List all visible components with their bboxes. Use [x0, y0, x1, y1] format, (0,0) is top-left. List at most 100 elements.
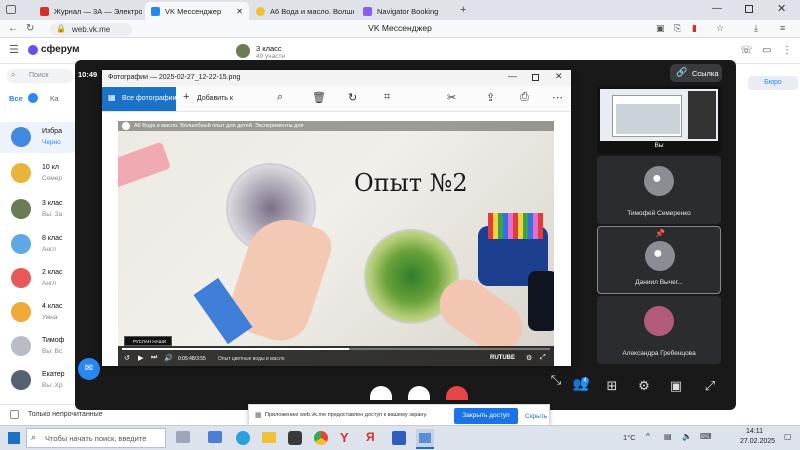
edge-icon[interactable]: [236, 431, 250, 445]
browser-tab-rutube[interactable]: А6 Вода и масло. Волше: [250, 2, 354, 20]
minimize-icon[interactable]: —: [508, 71, 517, 81]
yandex-browser-icon[interactable]: Y: [340, 430, 349, 445]
minimize-icon[interactable]: —: [712, 3, 722, 14]
window-close-icon[interactable]: ✕: [777, 2, 786, 15]
tray-chevron-icon[interactable]: ^: [646, 432, 650, 441]
bookmark-icon[interactable]: ▮: [692, 23, 697, 34]
tab-actions-icon[interactable]: [6, 5, 16, 14]
player-fullscreen-icon[interactable]: ⤢: [540, 354, 546, 362]
video-icon[interactable]: ▭: [762, 45, 771, 56]
browser-tab-journal[interactable]: Журнал — 3А — Электро: [34, 2, 142, 20]
chat-item[interactable]: 8 клас Англ: [0, 229, 75, 260]
search-input[interactable]: ⌕ Поиск: [7, 69, 73, 83]
plus-icon: +: [183, 91, 190, 103]
close-access-button[interactable]: Закрыть доступ: [454, 408, 518, 424]
chat-avatar: [236, 44, 250, 58]
more-icon[interactable]: ⋮: [782, 45, 792, 56]
unread-checkbox[interactable]: [10, 410, 19, 419]
delete-icon[interactable]: 🗑: [312, 91, 326, 104]
zoom-icon[interactable]: ⌕: [277, 91, 283, 104]
clock-date: 27.02.2025: [740, 438, 776, 445]
avatar: [11, 370, 31, 390]
replay-icon[interactable]: ↺: [124, 354, 130, 362]
participant-tile[interactable]: Александра Гребенцова: [597, 296, 721, 364]
pin-icon: 📌: [655, 229, 665, 238]
volume-icon[interactable]: 🔊: [164, 354, 173, 362]
all-photos-button[interactable]: ▦ Все фотографии: [102, 87, 176, 111]
chat-item[interactable]: Тимоф Вы: Вс: [0, 331, 75, 362]
preview-window: [612, 95, 682, 137]
volume-icon[interactable]: 🔈: [682, 432, 692, 441]
participant-tile[interactable]: ● Тимофей Семеренко: [597, 156, 721, 224]
chat-item[interactable]: Избра Черно: [0, 122, 75, 153]
maximize-icon[interactable]: [745, 5, 753, 13]
screen-share-icon[interactable]: ▣: [656, 23, 665, 34]
next-icon[interactable]: ⏭: [151, 354, 157, 362]
player-progress-track[interactable]: [122, 348, 550, 350]
hide-notice-button[interactable]: Скрыть: [525, 413, 547, 420]
right-panel-button[interactable]: Бюро: [748, 76, 798, 90]
participant-tile-self[interactable]: Вы: [597, 86, 721, 154]
edit-icon[interactable]: ✂: [447, 91, 456, 104]
layout-icon[interactable]: ▣: [667, 377, 685, 395]
maximize-icon[interactable]: [532, 74, 539, 81]
more-icon[interactable]: ⋯: [552, 91, 563, 104]
participant-name: Тимофей Семеренко: [627, 210, 691, 217]
crop-icon[interactable]: ⌗: [384, 91, 390, 104]
app-logo: сферум: [41, 44, 80, 55]
explorer-icon[interactable]: [262, 432, 276, 443]
task-view-icon[interactable]: [176, 431, 190, 443]
chat-item[interactable]: 3 клас Вы: За: [0, 194, 75, 225]
filter-all-tab[interactable]: Все: [9, 94, 23, 103]
call-timer: 10:49: [78, 70, 98, 79]
rotate-icon[interactable]: ↻: [348, 91, 357, 104]
tab-label: А6 Вода и масло. Волше: [270, 6, 354, 16]
grid-icon[interactable]: ⊞: [603, 377, 621, 395]
fullscreen-icon[interactable]: ⤢: [701, 377, 719, 395]
network-icon[interactable]: ▤: [664, 432, 672, 441]
star-icon[interactable]: ☆: [716, 23, 724, 34]
chrome-icon[interactable]: [314, 431, 328, 445]
word-icon[interactable]: [392, 431, 406, 445]
menu-icon[interactable]: ≡: [780, 23, 785, 33]
player-progress-fill: [122, 348, 349, 350]
browser-tab-navigator[interactable]: Navigator Booking: [357, 2, 457, 20]
unread-toggle-row[interactable]: Только непрочитанные: [0, 404, 103, 424]
chat-item[interactable]: 2 клас Англ: [0, 263, 75, 294]
close-icon[interactable]: ✕: [555, 71, 563, 82]
close-icon[interactable]: ✕: [236, 7, 243, 16]
filter-tab[interactable]: Ка: [50, 94, 59, 103]
participant-tile-pinned[interactable]: 📌 ● Даниил Вычег...: [597, 226, 721, 294]
yandex-icon[interactable]: Я: [366, 430, 375, 444]
play-icon[interactable]: ▶: [138, 354, 143, 362]
phone-icon[interactable]: ☏: [740, 45, 753, 56]
chat-item[interactable]: Екатер Вы: Хр: [0, 365, 75, 396]
chat-bubble-icon[interactable]: ✉: [78, 358, 100, 380]
avatar: [11, 302, 31, 322]
downloads-icon[interactable]: ⤓: [754, 23, 758, 34]
chat-item[interactable]: 10 кл Семер: [0, 158, 75, 189]
share-icon[interactable]: ⇪: [486, 91, 495, 104]
avatar: [11, 163, 31, 183]
taskbar-search-input[interactable]: ⌕ Чтобы начать поиск, введите: [26, 428, 166, 448]
hamburger-icon[interactable]: ☰: [9, 43, 19, 56]
browser-tab-vk[interactable]: VK Мессенджер ✕: [145, 2, 249, 20]
chat-item-title: Тимоф: [42, 337, 65, 344]
language-icon[interactable]: ⌨: [700, 432, 712, 441]
notifications-icon[interactable]: ▢: [784, 432, 792, 441]
chat-item[interactable]: 4 клас Умна: [0, 297, 75, 328]
translate-icon[interactable]: ⎘: [674, 23, 681, 34]
windows-start-icon[interactable]: [8, 432, 20, 444]
player-settings-icon[interactable]: ⚙: [526, 354, 532, 362]
link-button[interactable]: 🔗 Ссылка: [670, 64, 722, 82]
new-tab-button[interactable]: +: [460, 4, 466, 16]
avatar: ●: [644, 166, 674, 196]
expand-icon[interactable]: ⤡: [547, 371, 565, 389]
store-icon[interactable]: [288, 431, 302, 445]
photos-taskbar-icon[interactable]: [416, 429, 434, 449]
app-icon[interactable]: [208, 431, 222, 443]
print-icon[interactable]: ⎙: [520, 91, 529, 104]
settings-icon[interactable]: ⚙: [635, 377, 653, 395]
add-to-button[interactable]: + Добавить к: [182, 87, 246, 111]
chat-sidebar: ⌕ Поиск Все Ка Избра Черно 10 кл Семер 3 к…: [0, 64, 103, 424]
